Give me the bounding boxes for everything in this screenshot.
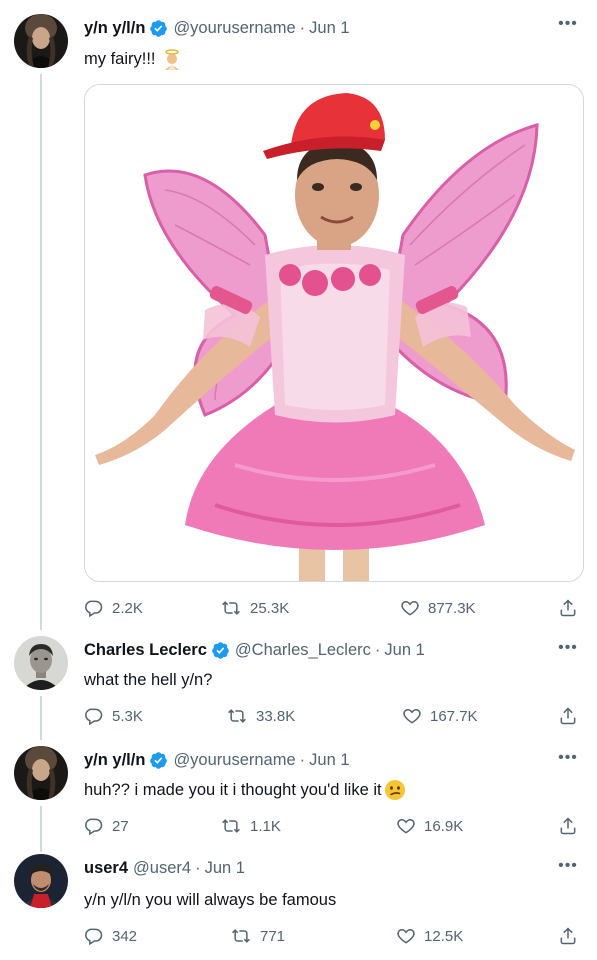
tweet-header: user4 @user4 · Jun 1: [84, 857, 245, 879]
tweet-header: Charles Leclerc @Charles_Leclerc · Jun 1: [84, 639, 425, 661]
share-icon: [560, 927, 576, 945]
separator-dot: ·: [195, 858, 201, 877]
angel-emoji: [161, 48, 183, 70]
avatar[interactable]: [14, 636, 68, 690]
timestamp[interactable]: Jun 1: [205, 859, 245, 878]
share-icon: [560, 817, 576, 835]
retweet-count: 25.3K: [250, 599, 290, 617]
avatar[interactable]: [14, 746, 68, 800]
avatar[interactable]: [14, 854, 68, 908]
tweet-text-content: y/n y/l/n you will always be famous: [84, 890, 337, 909]
more-icon[interactable]: •••: [555, 748, 581, 768]
reply-button[interactable]: 5.3K: [84, 706, 143, 726]
retweet-button[interactable]: 1.1K: [220, 816, 281, 836]
handle[interactable]: @Charles_Leclerc: [235, 641, 371, 660]
tweet-actions: 342 771 12.5K: [84, 924, 580, 948]
tweet-1[interactable]: y/n y/l/n @yourusername · Jun 1 ••• my f…: [0, 0, 597, 630]
like-count: 877.3K: [428, 599, 476, 617]
reply-icon: [85, 600, 103, 618]
display-name[interactable]: user4: [84, 859, 128, 878]
retweet-count: 33.8K: [256, 707, 296, 725]
display-name[interactable]: y/n y/l/n: [84, 19, 145, 38]
tweet-4[interactable]: user4 @user4 · Jun 1 ••• y/n y/l/n you w…: [0, 850, 597, 960]
reply-count: 27: [112, 817, 129, 835]
verified-badge-icon: [211, 641, 230, 660]
display-name[interactable]: y/n y/l/n: [84, 751, 145, 770]
like-button[interactable]: 877.3K: [400, 598, 476, 618]
tweet-text-content: my fairy!!!: [84, 49, 156, 68]
timestamp[interactable]: Jun 1: [309, 751, 349, 770]
more-icon[interactable]: •••: [555, 14, 581, 34]
retweet-icon: [222, 601, 240, 615]
confused-face-emoji: [384, 779, 406, 801]
tweet-actions: 27 1.1K 16.9K: [84, 814, 580, 838]
share-button[interactable]: [558, 816, 578, 836]
timestamp[interactable]: Jun 1: [384, 641, 424, 660]
more-icon[interactable]: •••: [555, 856, 581, 876]
retweet-icon: [228, 709, 246, 723]
share-button[interactable]: [558, 706, 578, 726]
like-count: 12.5K: [424, 927, 464, 945]
reply-button[interactable]: 2.2K: [84, 598, 143, 618]
reply-button[interactable]: 27: [84, 816, 129, 836]
tweet-header: y/n y/l/n @yourusername · Jun 1: [84, 749, 350, 771]
tweet-text-content: what the hell y/n?: [84, 670, 213, 689]
like-button[interactable]: 12.5K: [396, 926, 463, 946]
retweet-button[interactable]: 25.3K: [220, 598, 289, 618]
reply-button[interactable]: 342: [84, 926, 137, 946]
share-icon: [560, 707, 576, 725]
reply-icon: [85, 708, 103, 726]
like-icon: [397, 928, 415, 944]
display-name[interactable]: Charles Leclerc: [84, 641, 207, 660]
tweet-text: what the hell y/n?: [84, 668, 212, 692]
handle[interactable]: @yourusername: [173, 19, 295, 38]
reply-icon: [85, 818, 103, 836]
reply-icon: [85, 928, 103, 946]
retweet-count: 1.1K: [250, 817, 281, 835]
tweet-actions: 2.2K 25.3K 877.3K: [84, 596, 580, 620]
retweet-button[interactable]: 33.8K: [226, 706, 295, 726]
tweet-3[interactable]: y/n y/l/n @yourusername · Jun 1 ••• huh?…: [0, 742, 597, 850]
handle[interactable]: @yourusername: [173, 751, 295, 770]
share-button[interactable]: [558, 926, 578, 946]
like-count: 167.7K: [430, 707, 478, 725]
tweet-text: my fairy!!!: [84, 47, 183, 71]
tweet-text: y/n y/l/n you will always be famous: [84, 888, 336, 912]
tweet-header: y/n y/l/n @yourusername · Jun 1: [84, 17, 350, 39]
tweet-actions: 5.3K 33.8K 167.7K: [84, 704, 580, 728]
retweet-icon: [222, 819, 240, 833]
avatar[interactable]: [14, 14, 68, 68]
like-button[interactable]: 16.9K: [396, 816, 463, 836]
tweet-text: huh?? i made you it i thought you'd like…: [84, 778, 406, 802]
reply-count: 2.2K: [112, 599, 143, 617]
like-icon: [397, 818, 415, 834]
tweet-2[interactable]: Charles Leclerc @Charles_Leclerc · Jun 1…: [0, 630, 597, 742]
retweet-icon: [232, 929, 250, 943]
retweet-button[interactable]: 771: [230, 926, 285, 946]
reply-count: 5.3K: [112, 707, 143, 725]
like-icon: [403, 708, 421, 724]
handle[interactable]: @user4: [133, 859, 191, 878]
verified-badge-icon: [149, 751, 168, 770]
reply-count: 342: [112, 927, 138, 945]
like-button[interactable]: 167.7K: [402, 706, 478, 726]
separator-dot: ·: [299, 750, 306, 769]
tweet-media-image[interactable]: [84, 84, 584, 582]
separator-dot: ·: [374, 640, 381, 659]
more-icon[interactable]: •••: [555, 638, 581, 658]
tweet-text-content: huh?? i made you it i thought you'd like…: [84, 780, 382, 799]
retweet-count: 771: [260, 927, 286, 945]
like-icon: [401, 600, 419, 616]
fairy-costume-illustration: [85, 85, 583, 581]
share-icon: [560, 599, 576, 617]
share-button[interactable]: [558, 598, 578, 618]
separator-dot: ·: [299, 18, 306, 37]
like-count: 16.9K: [424, 817, 464, 835]
verified-badge-icon: [149, 19, 168, 38]
timestamp[interactable]: Jun 1: [309, 19, 349, 38]
